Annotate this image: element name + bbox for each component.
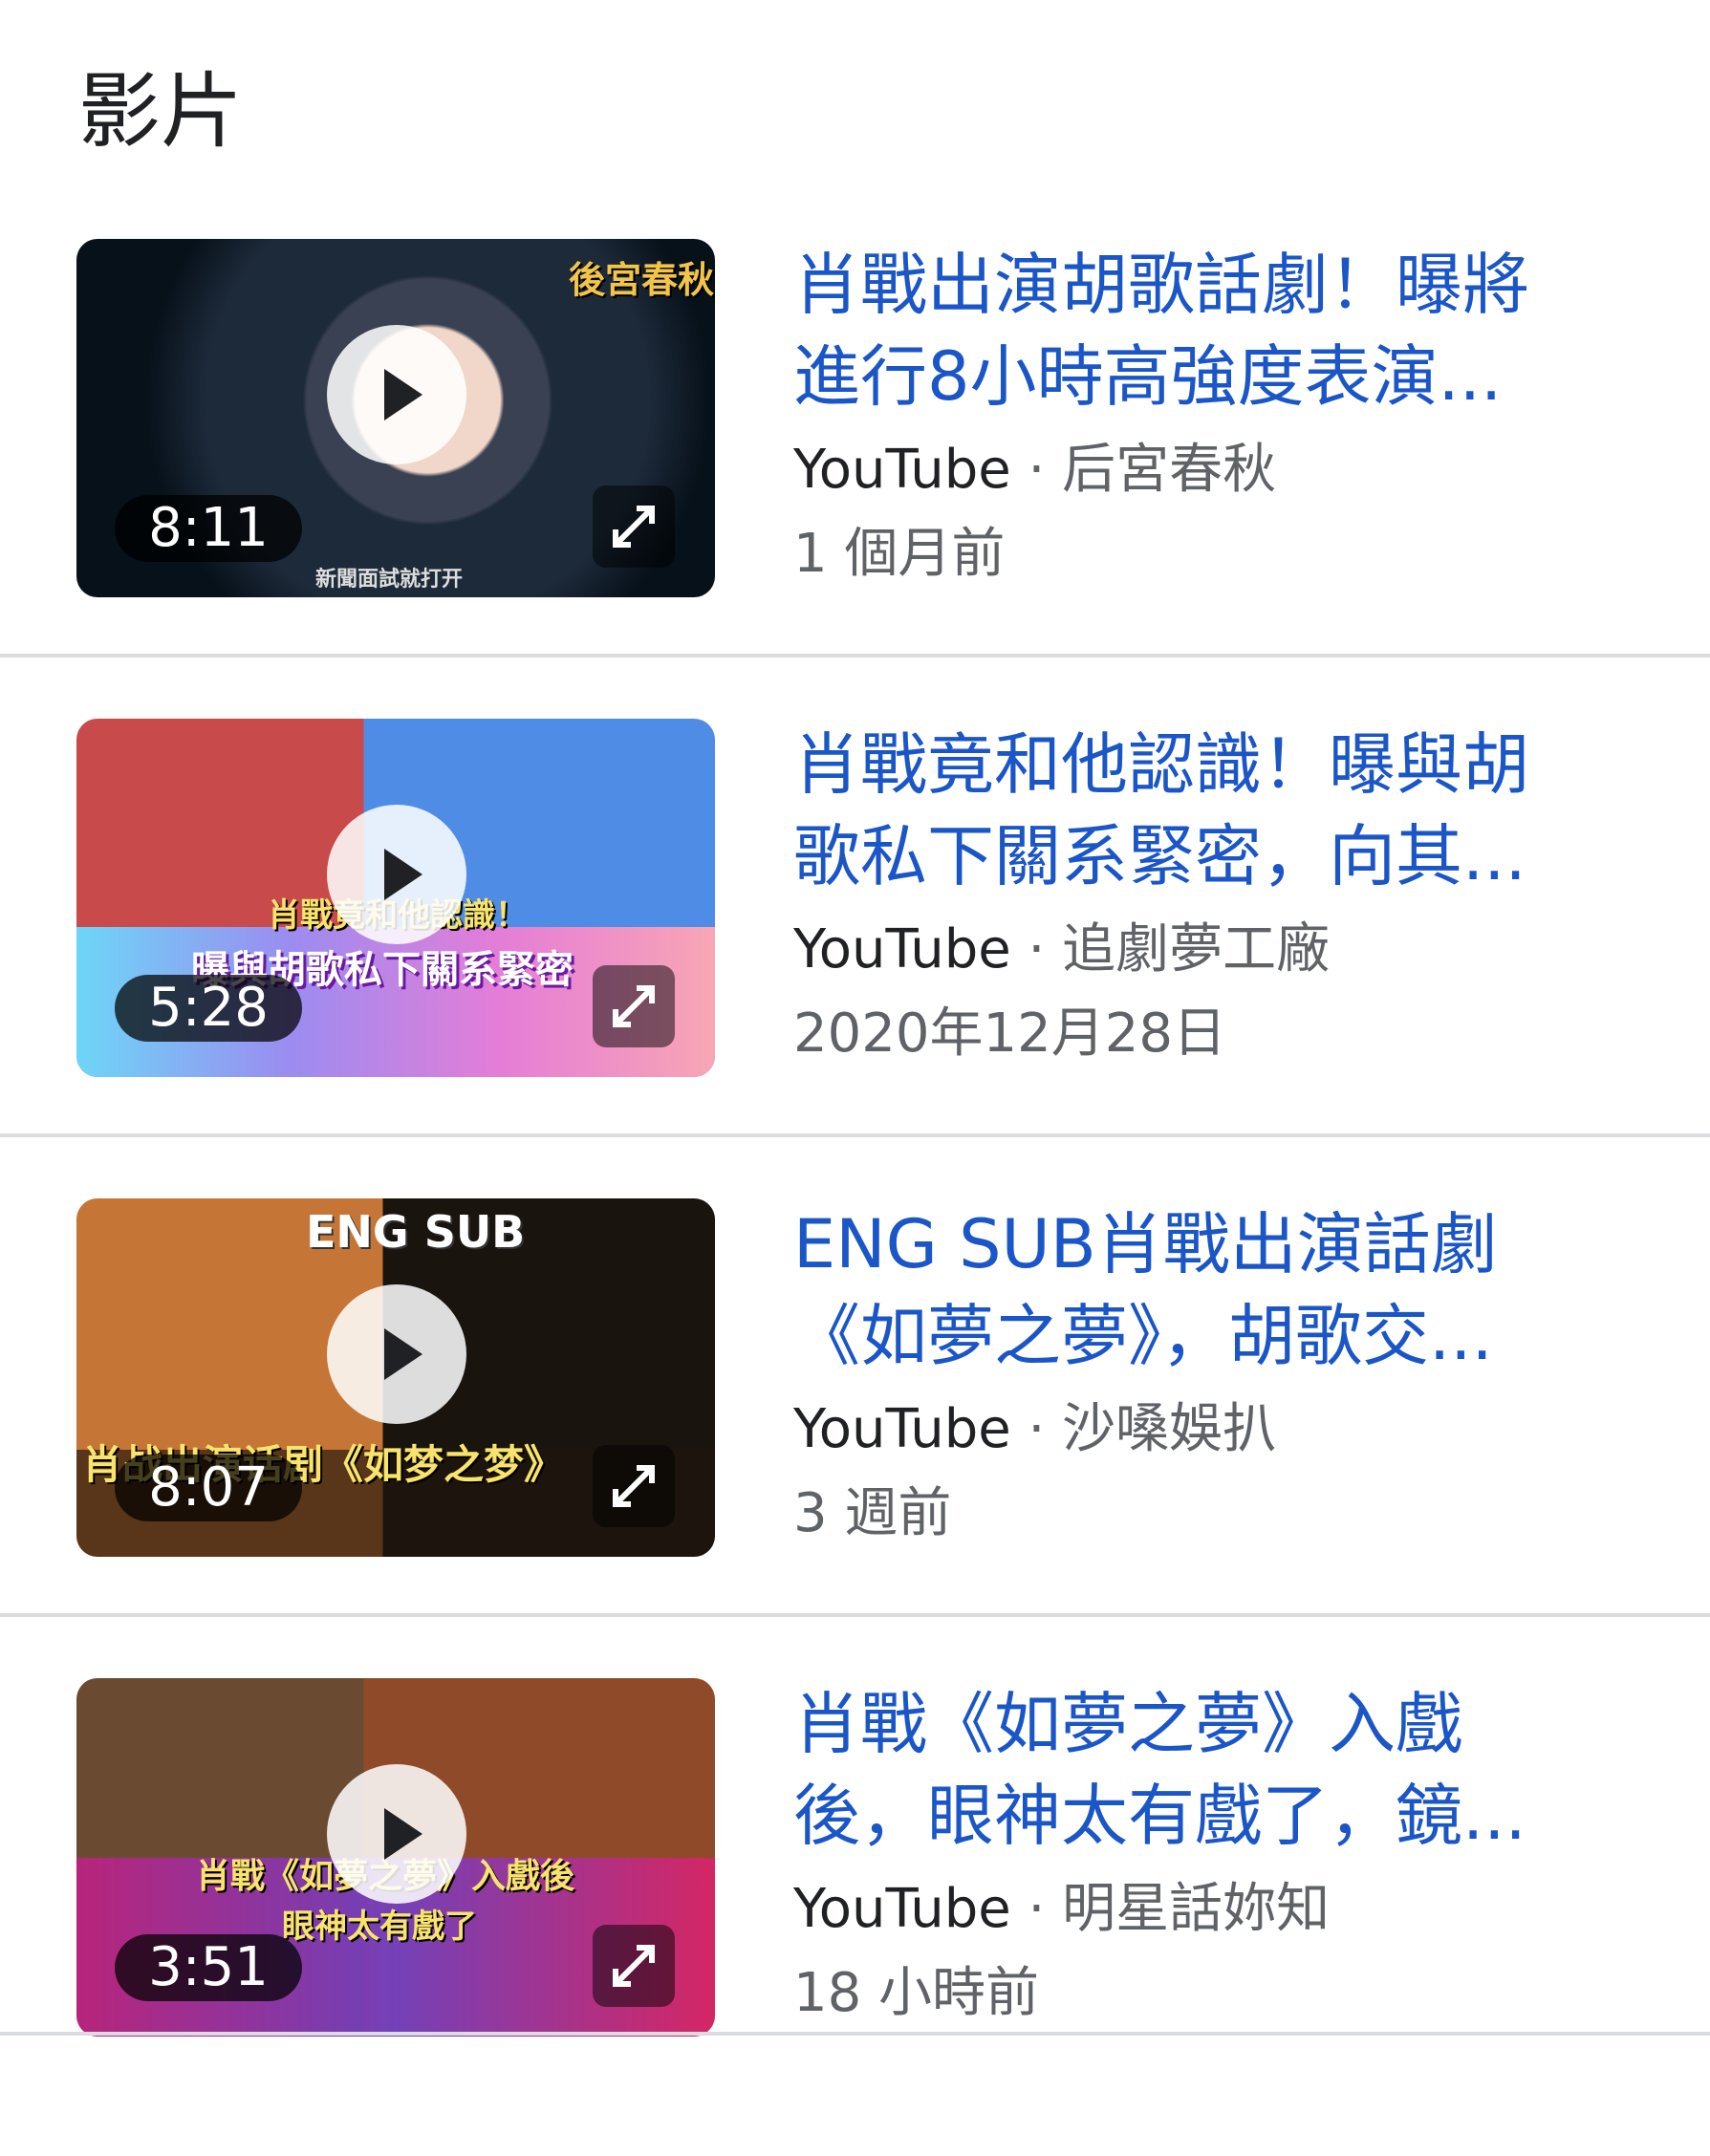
video-source: YouTube bbox=[793, 1398, 1011, 1460]
meta-separator: · bbox=[1010, 1398, 1063, 1460]
play-icon[interactable] bbox=[327, 1284, 466, 1424]
video-channel: 追劇夢工廠 bbox=[1062, 918, 1331, 981]
thumbnail-caption: 眼神太有戲了 bbox=[282, 1908, 477, 1946]
video-result-1[interactable]: 後宮春秋 新聞面試就打开 8:11 肖戰出演胡歌話劇！曝將 進行8小時高強度表演… bbox=[0, 239, 1710, 717]
video-title-line: 肖戰竟和他認識！曝與胡 bbox=[793, 725, 1529, 804]
video-date: 2020年12月28日 bbox=[793, 1003, 1227, 1065]
play-icon[interactable] bbox=[327, 325, 466, 464]
video-thumbnail[interactable]: 肖戰竟和他認識！ 曝與胡歌私下關系緊密 5:28 bbox=[76, 719, 715, 1077]
video-source: YouTube bbox=[793, 439, 1011, 501]
duration-badge: 8:11 bbox=[115, 495, 302, 562]
meta-separator: · bbox=[1010, 918, 1063, 981]
video-meta: YouTube · 明星話妳知 bbox=[793, 1867, 1654, 1951]
video-channel: 后宮春秋 bbox=[1062, 439, 1277, 501]
video-title-link[interactable]: 肖戰出演胡歌話劇！曝將 進行8小時高強度表演... bbox=[793, 239, 1654, 422]
duration-badge: 5:28 bbox=[115, 975, 302, 1042]
video-title-line: 肖戰《如夢之夢》入戲 bbox=[793, 1685, 1462, 1763]
divider bbox=[0, 654, 1710, 658]
video-title-line: 進行8小時高強度表演... bbox=[793, 337, 1503, 416]
video-title-link[interactable]: 肖戰竟和他認識！曝與胡 歌私下關系緊密，向其... bbox=[793, 719, 1654, 902]
thumbnail-logo: 後宮春秋 bbox=[569, 259, 715, 301]
video-meta: YouTube · 后宮春秋 bbox=[793, 428, 1654, 512]
video-meta: YouTube · 追劇夢工廠 bbox=[793, 908, 1654, 992]
video-channel: 明星話妳知 bbox=[1062, 1878, 1331, 1940]
meta-separator: · bbox=[1010, 1878, 1063, 1940]
video-result-3[interactable]: ENG SUB 肖战出演话剧《如梦之梦》 8:07 ENG SUB肖戰出演話劇 … bbox=[0, 1198, 1710, 1676]
divider bbox=[0, 2032, 1710, 2036]
video-title-link[interactable]: ENG SUB肖戰出演話劇 《如夢之夢》，胡歌交... bbox=[793, 1198, 1654, 1382]
play-icon[interactable] bbox=[327, 805, 466, 944]
play-icon[interactable] bbox=[327, 1764, 466, 1904]
video-date: 1 個月前 bbox=[793, 523, 1006, 585]
video-thumbnail[interactable]: 肖戰《如夢之夢》入戲後 眼神太有戲了 3:51 bbox=[76, 1678, 715, 2037]
video-title-line: 後，眼神太有戲了，鏡... bbox=[793, 1777, 1526, 1855]
video-title-line: 肖戰出演胡歌話劇！曝將 bbox=[793, 246, 1529, 324]
video-result-2[interactable]: 肖戰竟和他認識！ 曝與胡歌私下關系緊密 5:28 肖戰竟和他認識！曝與胡 歌私下… bbox=[0, 719, 1710, 1197]
meta-separator: · bbox=[1010, 439, 1063, 501]
expand-icon[interactable] bbox=[593, 485, 675, 568]
video-date: 3 週前 bbox=[793, 1482, 952, 1544]
section-title: 影片 bbox=[78, 64, 243, 160]
video-title-line: 《如夢之夢》，胡歌交... bbox=[793, 1297, 1493, 1375]
video-meta: YouTube · 沙嗓娛扒 bbox=[793, 1388, 1654, 1472]
video-thumbnail[interactable]: 後宮春秋 新聞面試就打开 8:11 bbox=[76, 239, 715, 597]
thumbnail-caption: 新聞面試就打开 bbox=[315, 568, 464, 592]
duration-badge: 3:51 bbox=[115, 1934, 302, 2001]
video-source: YouTube bbox=[793, 1878, 1011, 1940]
video-source: YouTube bbox=[793, 918, 1011, 981]
video-title-line: ENG SUB肖戰出演話劇 bbox=[793, 1205, 1498, 1283]
video-channel: 沙嗓娛扒 bbox=[1062, 1398, 1277, 1460]
video-title-line: 歌私下關系緊密，向其... bbox=[793, 817, 1526, 895]
video-result-4[interactable]: 肖戰《如夢之夢》入戲後 眼神太有戲了 3:51 肖戰《如夢之夢》入戲 後，眼神太… bbox=[0, 1678, 1710, 2156]
divider bbox=[0, 1613, 1710, 1617]
divider bbox=[0, 1133, 1710, 1137]
expand-icon[interactable] bbox=[593, 965, 675, 1047]
video-thumbnail[interactable]: ENG SUB 肖战出演话剧《如梦之梦》 8:07 bbox=[76, 1198, 715, 1557]
duration-badge: 8:07 bbox=[115, 1455, 302, 1521]
video-date: 18 小時前 bbox=[793, 1962, 1040, 2024]
expand-icon[interactable] bbox=[593, 1925, 675, 2007]
video-title-link[interactable]: 肖戰《如夢之夢》入戲 後，眼神太有戲了，鏡... bbox=[793, 1678, 1654, 1862]
thumbnail-caption: ENG SUB bbox=[306, 1206, 526, 1258]
expand-icon[interactable] bbox=[593, 1445, 675, 1527]
